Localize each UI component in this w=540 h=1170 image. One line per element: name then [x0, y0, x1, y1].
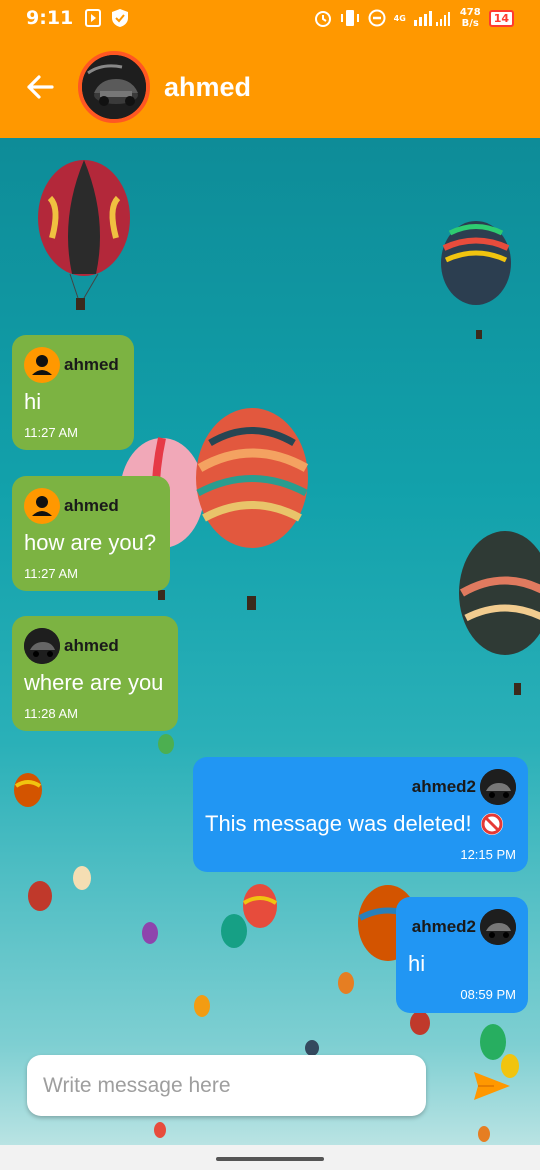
back-button[interactable] — [20, 67, 60, 107]
message-text: hi — [408, 951, 426, 976]
battery-icon: 14 — [488, 9, 514, 27]
status-time: 9:11 — [26, 7, 74, 29]
message-sender: ahmed — [64, 355, 119, 374]
message-text: where are you — [24, 670, 164, 695]
message-sender: ahmed — [64, 496, 119, 515]
network-type: 4G — [393, 13, 406, 23]
message-bubble-incoming[interactable]: ahmed hi 11:27 AM — [12, 335, 134, 450]
message-input[interactable] — [43, 1073, 410, 1098]
default-person-icon — [24, 347, 60, 383]
default-person-icon — [24, 488, 60, 524]
message-time: 11:27 AM — [24, 566, 78, 581]
message-text: how are you? — [24, 530, 157, 555]
profile-photo-car — [82, 55, 146, 119]
message-text: This message was deleted! — [205, 811, 516, 837]
message-time: 11:28 AM — [24, 706, 78, 721]
message-time: 12:15 PM — [460, 847, 516, 862]
shield-check-icon — [112, 9, 129, 27]
message-bubble-outgoing[interactable]: ahmed2 This message was deleted! 12:15 P… — [193, 757, 528, 872]
app-bar: ahmed — [0, 36, 540, 138]
vibrate-icon — [340, 10, 359, 26]
do-not-disturb-icon — [368, 9, 386, 27]
signal-icon — [413, 11, 450, 26]
message-bubble-incoming[interactable]: ahmed how are you? 11:27 AM — [12, 476, 170, 591]
status-bar: 9:11 4G 478 B/s 14 — [0, 0, 540, 36]
message-time: 08:59 PM — [460, 987, 516, 1002]
message-input-container — [27, 1055, 426, 1116]
message-bubble-outgoing[interactable]: ahmed2 hi 08:59 PM — [396, 897, 528, 1013]
message-sender: ahmed2 — [411, 777, 476, 796]
network-speed: 478 B/s — [459, 7, 481, 29]
send-icon — [474, 1072, 510, 1100]
message-text: hi — [24, 389, 42, 414]
media-play-icon — [85, 9, 102, 27]
arrow-left-icon — [27, 75, 54, 99]
alarm-icon — [314, 11, 331, 27]
profile-photo-icon — [480, 909, 516, 945]
message-sender: ahmed2 — [411, 917, 476, 936]
home-indicator[interactable] — [216, 1157, 324, 1161]
message-bubble-incoming[interactable]: ahmed where are you 11:28 AM — [12, 616, 178, 731]
profile-photo-icon — [480, 769, 516, 805]
prohibited-icon — [480, 813, 503, 835]
contact-avatar[interactable] — [78, 51, 150, 123]
send-button[interactable] — [472, 1068, 512, 1104]
message-time: 11:27 AM — [24, 425, 78, 440]
profile-photo-icon — [24, 628, 60, 664]
system-nav-bar — [0, 1145, 540, 1170]
message-sender: ahmed — [64, 636, 119, 655]
contact-name: ahmed — [164, 71, 252, 102]
chat-area[interactable]: ahmed hi 11:27 AM ahmed how are you? 11:… — [0, 138, 540, 1145]
